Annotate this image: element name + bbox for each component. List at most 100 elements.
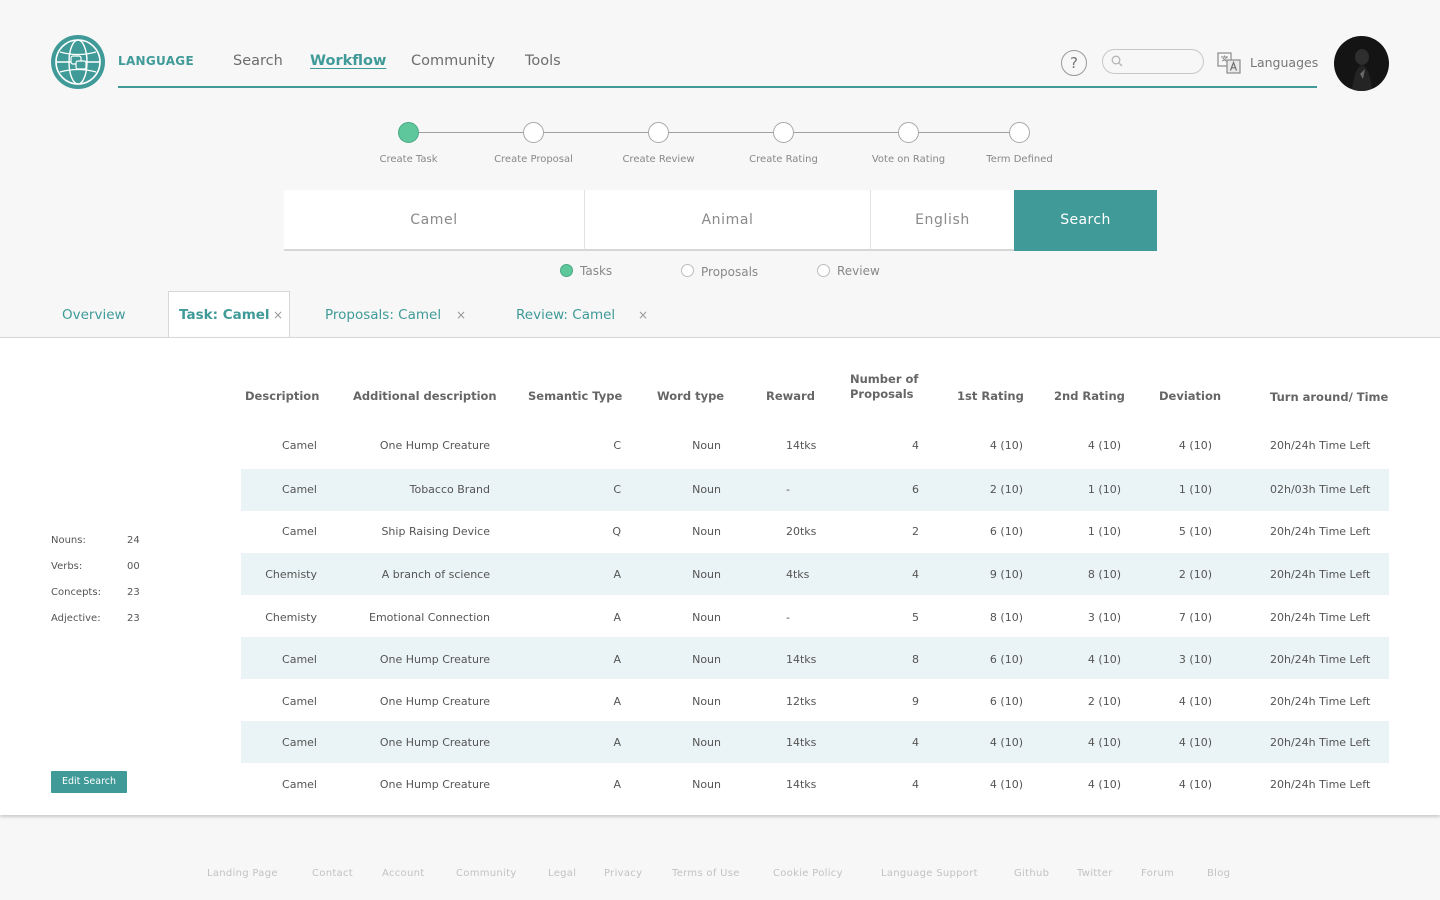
languages-label[interactable]: Languages [1250,55,1318,70]
step-dot[interactable] [773,122,794,143]
table-row[interactable]: Camel One Hump Creature A Noun 14tks 4 4 (10) 4… [241,721,1389,763]
stat-adjective-value: 23 [127,613,140,624]
table-row[interactable]: Camel Ship Raising Device Q Noun 20tks 2 6 (10… [241,511,1389,553]
filter-proposals-radio[interactable] [681,264,694,277]
filter-tasks-label[interactable]: Tasks [580,264,612,278]
cell-desc: Camel [282,695,317,708]
step-label: Term Defined [986,154,1053,165]
step-label: Create Review [622,154,695,165]
col-header-proposals-line1: Number of [850,372,919,386]
cell-sem: A [613,695,621,708]
step-label: Create Task [379,154,438,165]
table-row[interactable]: Camel One Hump Creature A Noun 14tks 8 6 (10) 4… [241,637,1389,679]
cell-word: Noun [692,778,721,791]
nav-tools[interactable]: Tools [525,53,561,69]
step-dot[interactable] [1009,122,1030,143]
cell-desc: Camel [282,778,317,791]
col-header-semantic[interactable]: Semantic Type [528,389,622,404]
footer-link[interactable]: Cookie Policy [773,868,843,879]
footer-link[interactable]: Legal [548,868,576,879]
step-dot[interactable] [898,122,919,143]
tab-task-camel-label[interactable]: Task: Camel [179,307,270,323]
globe-logo-icon[interactable] [51,35,105,89]
cell-add: Emotional Connection [369,611,490,624]
col-header-rating1[interactable]: 1st Rating [957,389,1024,404]
tab-overview[interactable]: Overview [62,307,126,323]
cell-r2: 3 (10) [1087,611,1121,624]
table-row[interactable]: Camel One Hump Creature A Noun 14tks 4 4 (10) 4… [241,763,1389,805]
cell-word: Noun [692,483,721,496]
cell-r1: 2 (10) [989,483,1023,496]
footer-link[interactable]: Privacy [604,868,642,879]
step-dot[interactable] [398,122,419,143]
cell-r2: 4 (10) [1087,736,1121,749]
search-bar: Camel Animal English Search [284,190,1157,251]
filter-review-radio[interactable] [817,264,830,277]
footer-link[interactable]: Github [1014,868,1049,879]
cell-reward: 14tks [786,778,817,791]
top-search-input[interactable] [1127,53,1201,70]
tab-task-close-icon[interactable]: × [273,308,283,322]
step-dot[interactable] [648,122,669,143]
footer-link[interactable]: Twitter [1077,868,1113,879]
stat-nouns-value: 24 [127,535,140,546]
tab-proposals-close-icon[interactable]: × [456,308,466,322]
table-row[interactable]: Camel One Hump Creature A Noun 12tks 9 6 (10) 2… [241,679,1389,721]
footer-link[interactable]: Blog [1207,868,1230,879]
nav-community[interactable]: Community [411,53,495,69]
step-dot[interactable] [523,122,544,143]
translate-icon[interactable] [1217,52,1241,74]
col-header-additional[interactable]: Additional description [353,389,497,404]
cell-add: One Hump Creature [379,653,490,666]
cell-num: 8 [912,653,919,666]
tab-review-close-icon[interactable]: × [638,308,648,322]
search-button[interactable]: Search [1014,190,1157,251]
footer-link[interactable]: Language Support [881,868,978,879]
col-header-rating2[interactable]: 2nd Rating [1054,389,1125,404]
cell-time: 20h/24h Time Left [1270,611,1371,624]
help-button[interactable]: ? [1061,50,1087,76]
cell-r1: 6 (10) [989,525,1023,538]
table-row[interactable]: Camel Tobacco Brand C Noun - 6 2 (10) 1 (10) 1 (… [241,469,1389,511]
footer-link[interactable]: Terms of Use [672,868,740,879]
table-row[interactable]: Chemisty A branch of science A Noun 4tks 4 9 (… [241,553,1389,595]
cell-r1: 6 (10) [989,695,1023,708]
edit-search-button[interactable]: Edit Search [51,771,127,793]
stat-adjective-label: Adjective: [51,613,101,624]
cell-sem: A [613,736,621,749]
tab-proposals-camel[interactable]: Proposals: Camel [325,307,441,323]
col-header-proposals[interactable]: Number of Proposals [850,372,918,402]
top-search-box[interactable] [1102,49,1204,74]
footer-link[interactable]: Community [456,868,517,879]
footer-link[interactable]: Forum [1141,868,1174,879]
table-row[interactable]: Camel One Hump Creature C Noun 14tks 4 4 (10) 4… [241,427,1389,469]
tab-review-camel[interactable]: Review: Camel [516,307,615,323]
cell-time: 20h/24h Time Left [1270,439,1371,452]
stat-concepts-label: Concepts: [51,587,101,598]
cell-sem: Q [612,525,621,538]
filter-tasks-radio[interactable] [560,264,573,277]
cell-r2: 4 (10) [1087,439,1121,452]
stepper-track [409,132,1020,133]
col-header-word-type[interactable]: Word type [657,389,724,404]
col-header-turnaround[interactable]: Turn around/ Time [1270,390,1388,405]
nav-search[interactable]: Search [233,53,283,69]
filter-proposals-label[interactable]: Proposals [701,265,758,279]
filter-review-label[interactable]: Review [837,264,880,278]
footer-link[interactable]: Account [382,868,424,879]
nav-workflow[interactable]: Workflow [310,53,386,69]
cell-dev: 1 (10) [1178,483,1212,496]
col-header-deviation[interactable]: Deviation [1159,389,1221,404]
avatar[interactable] [1334,36,1389,91]
cell-reward: 20tks [786,525,817,538]
footer-link[interactable]: Landing Page [207,868,278,879]
footer-link[interactable]: Contact [312,868,353,879]
cell-time: 20h/24h Time Left [1270,568,1371,581]
search-language-field[interactable]: English [871,190,1014,250]
search-term-field[interactable]: Camel [284,190,584,250]
col-header-reward[interactable]: Reward [766,389,815,404]
table-row[interactable]: Chemisty Emotional Connection A Noun - 5 8 (10… [241,595,1389,637]
cell-time: 02h/03h Time Left [1270,483,1371,496]
search-category-field[interactable]: Animal [585,190,870,250]
col-header-description[interactable]: Description [245,389,319,404]
